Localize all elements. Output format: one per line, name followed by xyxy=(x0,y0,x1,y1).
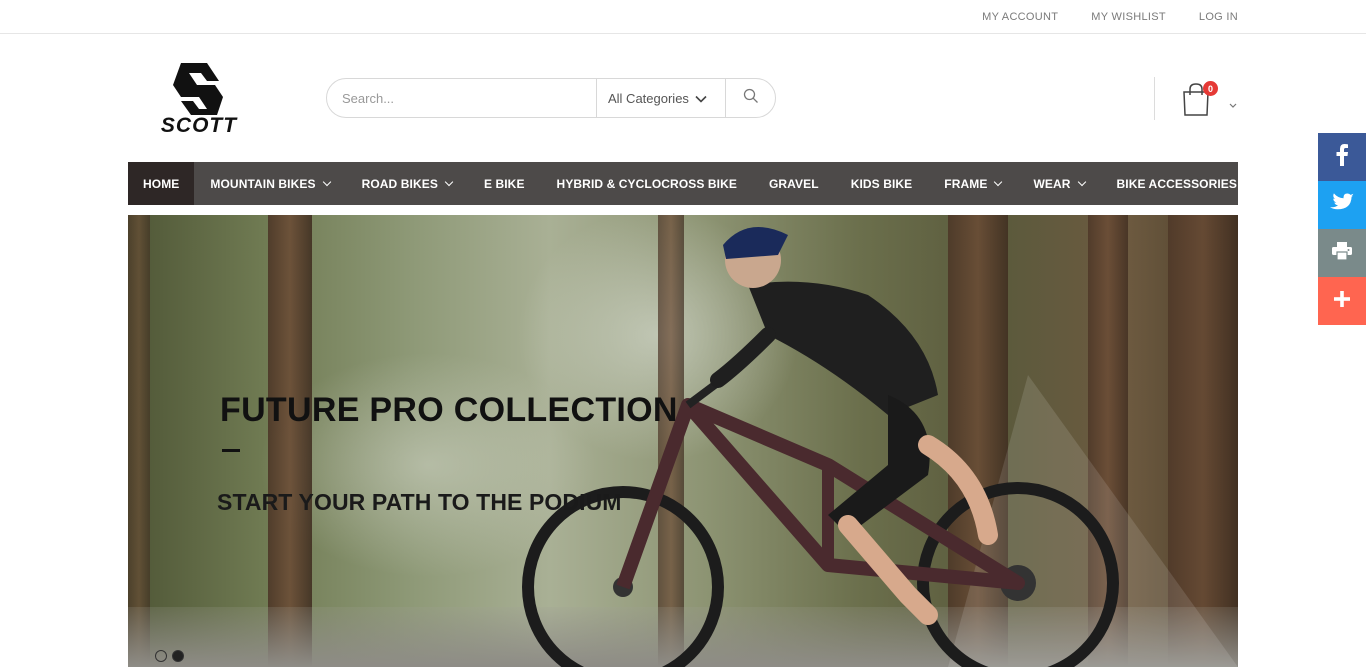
nav-item-e-bike[interactable]: E BIKE xyxy=(468,162,541,205)
twitter-icon xyxy=(1330,192,1354,218)
nav-item-label: E BIKE xyxy=(483,176,525,191)
top-bar: MY ACCOUNT MY WISHLIST LOG IN xyxy=(0,0,1366,34)
chevron-down-icon xyxy=(1243,177,1253,186)
hero-slider: FUTURE PRO COLLECTION START YOUR PATH TO… xyxy=(128,215,1238,667)
site-header: SCOTT All Categories 0 xyxy=(0,34,1366,162)
facebook-icon xyxy=(1335,143,1349,171)
plus-icon xyxy=(1334,290,1350,312)
chevron-down-icon xyxy=(322,177,331,186)
printer-icon xyxy=(1332,241,1352,265)
category-select[interactable]: All Categories xyxy=(596,79,725,117)
nav-item-home[interactable]: HOME xyxy=(128,162,195,205)
print-button[interactable] xyxy=(1318,229,1366,277)
slider-dot-2[interactable] xyxy=(172,650,184,662)
chevron-down-icon xyxy=(1229,96,1237,114)
my-account-link[interactable]: MY ACCOUNT xyxy=(982,11,1058,23)
nav-item-label: HYBRID & CYCLOCROSS BIKE xyxy=(556,176,737,191)
nav-item-wear[interactable]: WEAR xyxy=(1017,162,1100,205)
nav-item-label: MOUNTAIN BIKES xyxy=(210,176,316,191)
nav-item-frame[interactable]: FRAME xyxy=(928,162,1017,205)
cart-button[interactable]: 0 xyxy=(1181,81,1241,117)
twitter-share-button[interactable] xyxy=(1318,181,1366,229)
nav-item-label: WEAR xyxy=(1033,176,1071,191)
svg-text:SCOTT: SCOTT xyxy=(161,114,238,137)
more-share-button[interactable] xyxy=(1318,277,1366,325)
main-navigation: HOME MOUNTAIN BIKES ROAD BIKES E BIKE HYBRID… xyxy=(128,162,1253,205)
cart-count-badge: 0 xyxy=(1203,81,1218,96)
nav-item-bike-accessories[interactable]: BIKE ACCESSORIES xyxy=(1101,162,1268,205)
facebook-share-button[interactable] xyxy=(1318,133,1366,181)
nav-item-kids-bike[interactable]: KIDS BIKE xyxy=(835,162,929,205)
nav-item-label: FRAME xyxy=(944,176,988,191)
slider-dots xyxy=(155,650,184,662)
cart-divider xyxy=(1154,77,1155,120)
search-bar: All Categories xyxy=(326,78,776,118)
search-button[interactable] xyxy=(725,79,775,117)
share-bar xyxy=(1318,133,1366,325)
cyclist-image xyxy=(522,227,1238,667)
hero-divider xyxy=(222,449,240,452)
scott-logo[interactable]: SCOTT xyxy=(141,61,257,137)
nav-item-label: ROAD BIKES xyxy=(361,176,438,191)
log-in-link[interactable]: LOG IN xyxy=(1199,11,1238,23)
nav-item-mountain-bikes[interactable]: MOUNTAIN BIKES xyxy=(194,162,345,205)
nav-item-gravel[interactable]: GRAVEL xyxy=(753,162,835,205)
nav-item-label: BIKE ACCESSORIES xyxy=(1116,176,1238,191)
search-icon xyxy=(743,88,759,109)
account-links: MY ACCOUNT MY WISHLIST LOG IN xyxy=(982,0,1238,33)
nav-item-hybrid-cyclocross-bike[interactable]: HYBRID & CYCLOCROSS BIKE xyxy=(541,162,753,205)
hero-title: FUTURE PRO COLLECTION xyxy=(220,391,678,429)
nav-item-label: KIDS BIKE xyxy=(850,176,913,191)
nav-item-label: HOME xyxy=(143,176,180,191)
category-label: All Categories xyxy=(608,90,689,106)
chevron-down-icon xyxy=(444,177,454,186)
nav-item-road-bikes[interactable]: ROAD BIKES xyxy=(346,162,468,205)
my-wishlist-link[interactable]: MY WISHLIST xyxy=(1091,11,1166,23)
chevron-down-icon xyxy=(994,177,1003,186)
nav-item-label: GRAVEL xyxy=(768,176,819,191)
slider-dot-1[interactable] xyxy=(155,650,167,662)
hero-subtitle: START YOUR PATH TO THE PODIUM xyxy=(217,489,622,515)
chevron-down-icon xyxy=(695,91,707,106)
shopping-bag-icon xyxy=(1181,83,1211,121)
search-input[interactable] xyxy=(327,79,596,117)
chevron-down-icon xyxy=(1077,177,1086,186)
